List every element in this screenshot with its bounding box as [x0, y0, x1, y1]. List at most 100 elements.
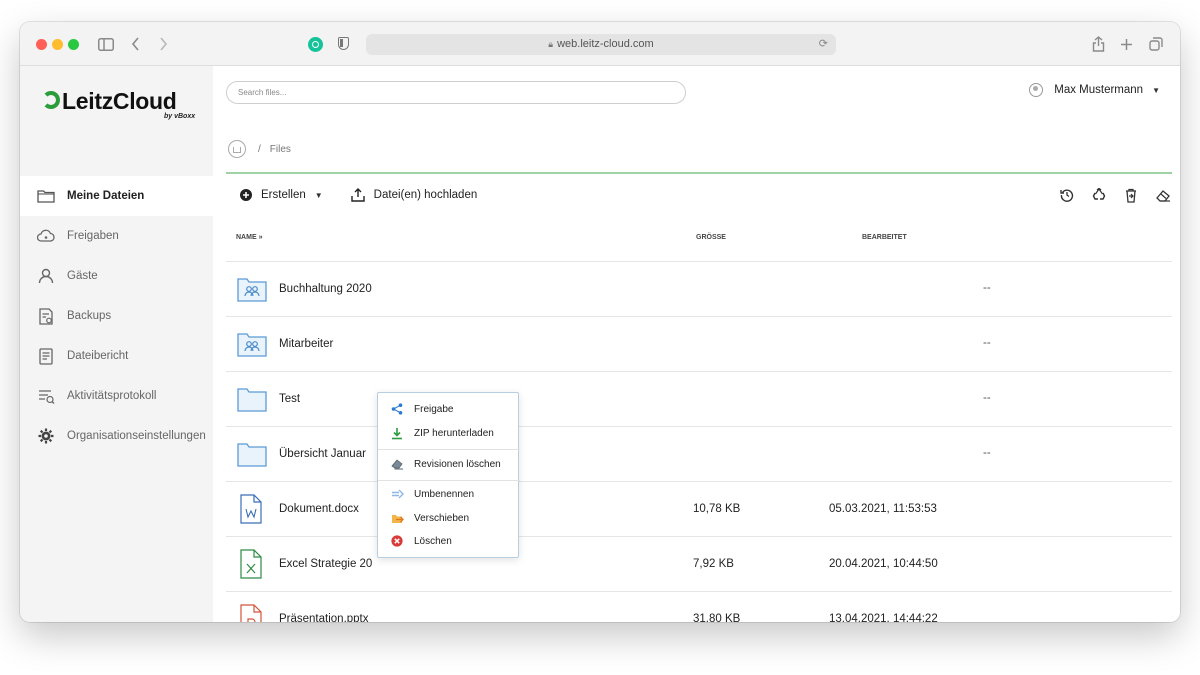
sidebar-item-label: Aktivitätsprotokoll: [67, 390, 157, 402]
privacy-shield-icon[interactable]: [338, 37, 349, 50]
url-text: web.leitz-cloud.com: [557, 38, 654, 50]
new-tab-icon[interactable]: [1118, 33, 1134, 55]
upload-button[interactable]: Datei(en) hochladen: [350, 188, 478, 202]
edited-value: --: [983, 337, 991, 349]
context-item-zip-herunterladen[interactable]: ZIP herunterladen: [378, 423, 520, 443]
avatar: [1029, 83, 1044, 97]
sidebar: LeitzCloud by vBoxx Meine Dateien Freiga…: [20, 66, 213, 622]
file-toolbar: Erstellen ▼ Datei(en) hochladen: [226, 182, 1172, 208]
context-item-label: Umbenennen: [414, 488, 475, 500]
edited-value: --: [983, 392, 991, 404]
sidebar-nav: Meine Dateien Freigaben Gäste Backups Da…: [20, 176, 213, 456]
context-item-verschieben[interactable]: Verschieben: [378, 508, 520, 528]
activity-log-icon: [37, 387, 55, 405]
column-header-name[interactable]: NAME »: [236, 234, 262, 241]
browser-window: 🔒︎ web.leitz-cloud.com ⟳ LeitzCloud by vB…: [20, 22, 1180, 622]
folder-icon: [237, 441, 267, 470]
shared-folder-icon: [237, 331, 267, 360]
file-name: Dokument.docx: [279, 503, 359, 515]
sidebar-item-label: Backups: [67, 310, 112, 322]
edited-value: --: [983, 282, 991, 294]
toolbar-actions: [1044, 186, 1172, 204]
context-item-label: Revisionen löschen: [414, 458, 501, 470]
sidebar-toggle-icon[interactable]: [96, 33, 116, 55]
home-icon[interactable]: [228, 140, 246, 158]
zoom-window-button[interactable]: [68, 39, 79, 50]
create-label: Erstellen: [261, 189, 306, 201]
upload-icon: [350, 188, 365, 202]
search-bar[interactable]: [226, 81, 686, 104]
table-row[interactable]: Excel Strategie 20 7,92 KB 20.04.2021, 1…: [226, 537, 1172, 592]
share-page-icon[interactable]: [1090, 33, 1106, 55]
shared-folder-icon: [237, 276, 267, 305]
user-icon: [37, 267, 55, 285]
context-item-label: ZIP herunterladen: [414, 427, 494, 439]
logo-text: LeitzCloud: [62, 88, 177, 114]
logo-subtitle: by vBoxx: [164, 113, 196, 120]
back-icon[interactable]: [128, 33, 142, 55]
sidebar-item-backups[interactable]: Backups: [20, 296, 213, 336]
file-size: 31,80 KB: [693, 613, 741, 622]
eraser-icon[interactable]: [1154, 186, 1172, 204]
table-row[interactable]: Buchhaltung 2020 --: [226, 262, 1172, 317]
folder-icon: [237, 386, 267, 415]
reload-icon[interactable]: ⟳: [819, 37, 828, 50]
grammarly-extension-icon[interactable]: [308, 37, 323, 52]
tab-overview-icon[interactable]: [1148, 33, 1164, 55]
trash-restore-icon[interactable]: [1122, 186, 1140, 204]
table-row[interactable]: Mitarbeiter --: [226, 317, 1172, 372]
sidebar-item-aktivitaetsprotokoll[interactable]: Aktivitätsprotokoll: [20, 376, 213, 416]
breadcrumb-separator: /: [258, 143, 261, 155]
table-row[interactable]: Test --: [226, 372, 1172, 427]
upload-label: Datei(en) hochladen: [373, 189, 478, 201]
context-item-loeschen[interactable]: Löschen: [378, 531, 520, 551]
user-menu[interactable]: Max Mustermann ▼: [1029, 83, 1160, 97]
eraser-icon: [390, 457, 404, 471]
context-menu-divider: [378, 449, 520, 450]
context-menu: Freigabe ZIP herunterladen Revisionen lö…: [377, 392, 520, 558]
column-header-size[interactable]: GRÖSSE: [696, 234, 726, 241]
minimize-window-button[interactable]: [52, 39, 63, 50]
context-item-label: Freigabe: [414, 403, 454, 415]
file-name: Mitarbeiter: [279, 338, 334, 350]
rename-arrow-icon: [390, 487, 404, 501]
forward-icon[interactable]: [156, 33, 170, 55]
breadcrumb-current[interactable]: Files: [270, 144, 291, 155]
table-row[interactable]: Präsentation.pptx 31,80 KB 13.04.2021, 1…: [226, 592, 1172, 622]
recycle-icon[interactable]: [1090, 186, 1108, 204]
add-circle-icon: [240, 189, 252, 201]
sidebar-item-gaeste[interactable]: Gäste: [20, 256, 213, 296]
user-name: Max Mustermann: [1054, 84, 1144, 96]
sidebar-item-meine-dateien[interactable]: Meine Dateien: [20, 176, 213, 216]
search-input[interactable]: [227, 82, 685, 103]
file-size: 10,78 KB: [693, 503, 741, 515]
file-name: Excel Strategie 20: [279, 558, 373, 570]
table-row[interactable]: Übersicht Januar --: [226, 427, 1172, 482]
table-row[interactable]: Dokument.docx 10,78 KB 05.03.2021, 11:53…: [226, 482, 1172, 537]
sidebar-item-organisationseinstellungen[interactable]: Organisationseinstellungen: [20, 416, 213, 456]
close-window-button[interactable]: [36, 39, 47, 50]
column-header-edited[interactable]: BEARBEITET: [862, 234, 907, 241]
file-date: 05.03.2021, 11:53:53: [829, 503, 937, 515]
sidebar-item-freigaben[interactable]: Freigaben: [20, 216, 213, 256]
sidebar-item-label: Gäste: [67, 270, 98, 282]
context-item-label: Verschieben: [414, 512, 470, 524]
context-menu-divider: [378, 480, 520, 481]
context-item-label: Löschen: [414, 535, 452, 547]
file-list: Buchhaltung 2020 -- Mitarbeiter -- Test …: [226, 262, 1172, 622]
context-item-freigabe[interactable]: Freigabe: [378, 399, 520, 419]
gear-icon: [37, 427, 55, 445]
context-item-umbenennen[interactable]: Umbenennen: [378, 484, 520, 504]
chevron-down-icon: ▼: [314, 190, 323, 200]
create-button[interactable]: Erstellen ▼: [226, 189, 323, 201]
word-file-icon: [240, 494, 262, 527]
backup-icon: [37, 307, 55, 325]
main-content: Max Mustermann ▼ / Files Erstellen ▼ Dat…: [213, 66, 1180, 622]
logo-mark-icon: [42, 91, 60, 109]
sidebar-item-dateibericht[interactable]: Dateibericht: [20, 336, 213, 376]
address-bar[interactable]: 🔒︎ web.leitz-cloud.com ⟳: [366, 34, 836, 55]
context-item-revisionen-loeschen[interactable]: Revisionen löschen: [378, 454, 520, 474]
leitzcloud-logo[interactable]: LeitzCloud by vBoxx: [42, 88, 202, 128]
powerpoint-file-icon: [240, 604, 262, 622]
history-icon[interactable]: [1058, 186, 1076, 204]
